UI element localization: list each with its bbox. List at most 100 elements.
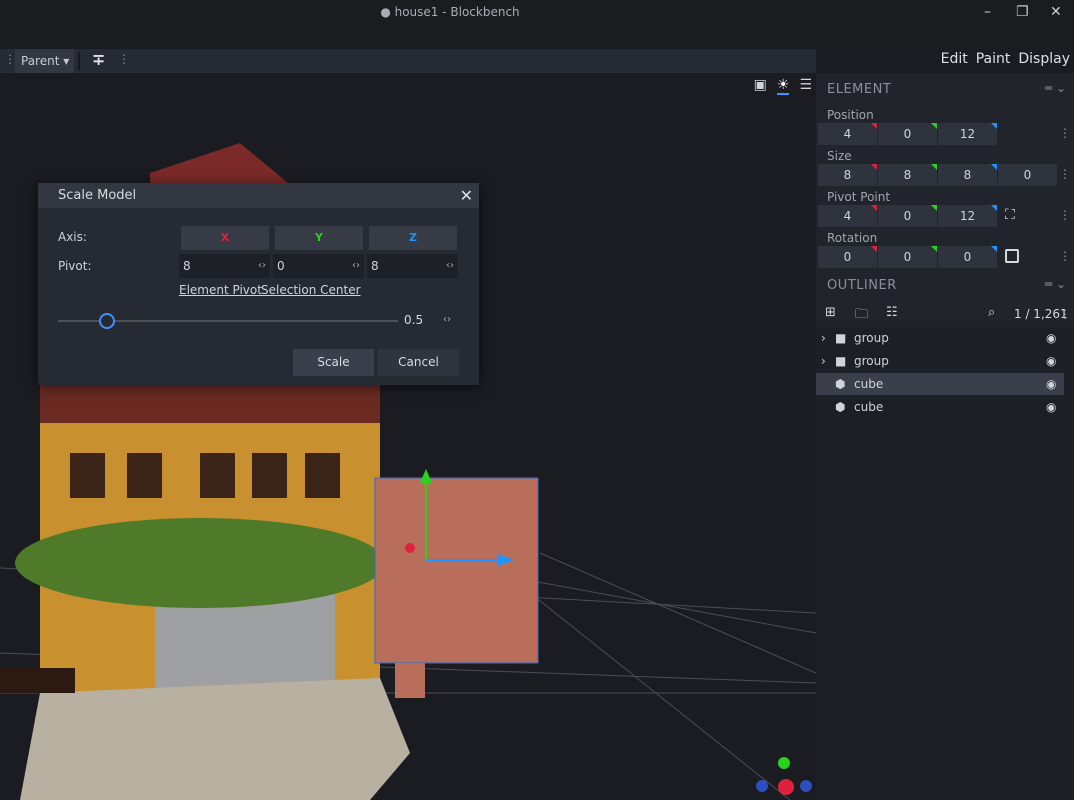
- toolbar-menu-icon[interactable]: ⋮: [118, 52, 130, 66]
- pivot-z-value: 8: [371, 259, 379, 273]
- axis-x-toggle[interactable]: X: [181, 226, 269, 250]
- bench: [0, 668, 75, 693]
- tab-display[interactable]: Display: [1018, 49, 1070, 75]
- pavement: [20, 678, 410, 800]
- pivot-x-input[interactable]: 4: [818, 205, 877, 227]
- dialog-title: Scale Model: [58, 188, 137, 203]
- outliner-cube-row[interactable]: ⬢ cube ◉: [816, 373, 1064, 395]
- drag-arrows-icon[interactable]: ‹›: [443, 314, 451, 325]
- window-title: ● house1 - Blockbench: [380, 5, 520, 19]
- close-icon[interactable]: ✕: [460, 183, 473, 208]
- pivot-x-input[interactable]: 8 ‹›: [179, 254, 270, 278]
- size-label: Size: [827, 149, 852, 163]
- outliner-list: › ■ group ◉ › ■ group ◉ ⬢ cube ◉ ⬢ cube ◉: [816, 327, 1074, 800]
- visibility-eye-icon[interactable]: ◉: [1046, 350, 1056, 372]
- add-cube-icon[interactable]: ⊞: [825, 305, 836, 320]
- position-x-input[interactable]: 4: [818, 123, 877, 145]
- size-y-input[interactable]: 8: [878, 164, 937, 186]
- position-menu-icon[interactable]: ⋮: [1059, 126, 1071, 140]
- toolbar: ⋮ Parent ▾ ∓ ⋮: [0, 49, 816, 73]
- viewport-menu-icon[interactable]: ☰: [799, 77, 812, 95]
- cube-label: cube: [854, 377, 884, 391]
- pivot-z-input[interactable]: 12: [938, 205, 997, 227]
- outliner-title: OUTLINER: [827, 278, 897, 293]
- close-window-button[interactable]: ✕: [1050, 4, 1062, 20]
- cube-icon: ⬢: [835, 377, 846, 391]
- search-icon[interactable]: ⌕: [988, 305, 995, 320]
- background-image-icon[interactable]: ▣: [754, 77, 767, 95]
- visibility-eye-icon[interactable]: ◉: [1046, 396, 1056, 418]
- tree-foliage: [15, 518, 385, 608]
- position-y-input[interactable]: 0: [878, 123, 937, 145]
- dialog-header: Scale Model ✕: [38, 183, 479, 208]
- folder-icon: ■: [835, 331, 847, 345]
- title-bar: ● house1 - Blockbench – ❐ ✕: [0, 0, 1074, 48]
- rotation-z-input[interactable]: 0: [938, 246, 997, 268]
- outliner-group-row[interactable]: › ■ group ◉: [816, 327, 1064, 349]
- size-x-input[interactable]: 8: [818, 164, 877, 186]
- outliner-collapse-icon[interactable]: ═ ⌄: [1045, 277, 1066, 291]
- cancel-button[interactable]: Cancel: [378, 349, 459, 376]
- viewport-controls: ▣ ☀ ☰: [754, 77, 812, 95]
- right-sidebar: ELEMENT ═ ⌄ Position 4 0 12 ⋮ Size 8 8 8…: [816, 73, 1074, 800]
- rescale-checkbox[interactable]: [1005, 249, 1019, 263]
- visibility-eye-icon[interactable]: ◉: [1046, 373, 1056, 395]
- axis-z-toggle[interactable]: Z: [369, 226, 457, 250]
- pivot-label: Pivot Point: [827, 190, 891, 204]
- small-cube: [395, 663, 425, 698]
- panel-collapse-icon[interactable]: ═ ⌄: [1045, 81, 1066, 95]
- pivot-label: Pivot:: [58, 259, 92, 273]
- transform-space-select[interactable]: Parent ▾: [15, 49, 74, 73]
- tab-edit[interactable]: Edit: [940, 49, 968, 75]
- scale-slider-handle[interactable]: [99, 313, 115, 329]
- scale-model-dialog: Scale Model ✕ Axis: X Y Z Pivot: 8 ‹› 0 ‹›…: [38, 183, 479, 385]
- inflate-input[interactable]: 0: [998, 164, 1057, 186]
- outliner-menu-icon[interactable]: ⋮: [1059, 307, 1071, 321]
- pivot-axis-icon[interactable]: ∓: [92, 50, 105, 69]
- outliner-toolbar: ⊞ 🗀 ☷ ⌕ 1 / 1,261 ⋮: [816, 305, 1074, 327]
- group-label: group: [854, 354, 889, 368]
- position-z-input[interactable]: 12: [938, 123, 997, 145]
- orientation-gizmo: [756, 757, 812, 795]
- cube-label: cube: [854, 400, 884, 414]
- add-group-icon[interactable]: 🗀: [855, 305, 868, 327]
- scale-button[interactable]: Scale: [293, 349, 374, 376]
- pivot-y-input[interactable]: 0 ‹›: [273, 254, 364, 278]
- expand-chevron-icon[interactable]: ›: [821, 327, 826, 349]
- pivot-z-input[interactable]: 8 ‹›: [367, 254, 458, 278]
- outliner-group-row[interactable]: › ■ group ◉: [816, 350, 1064, 372]
- rotation-y-input[interactable]: 0: [878, 246, 937, 268]
- visibility-eye-icon[interactable]: ◉: [1046, 327, 1056, 349]
- mode-tabs: Edit Paint Display: [940, 49, 1074, 75]
- axis-label: Axis:: [58, 230, 87, 244]
- drag-arrows-icon[interactable]: ‹›: [446, 254, 454, 278]
- pivot-y-input[interactable]: 0: [878, 205, 937, 227]
- restore-button[interactable]: ❐: [1016, 4, 1029, 20]
- center-pivot-icon[interactable]: ⛶: [1005, 207, 1015, 223]
- minimize-button[interactable]: –: [984, 4, 991, 20]
- drag-arrows-icon[interactable]: ‹›: [258, 254, 266, 278]
- element-panel-title: ELEMENT: [827, 82, 892, 97]
- collapse-all-icon[interactable]: ☷: [886, 305, 898, 320]
- rotation-x-input[interactable]: 0: [818, 246, 877, 268]
- outliner-cube-row[interactable]: ⬢ cube ◉: [816, 396, 1064, 418]
- selection-center-link[interactable]: Selection Center: [261, 283, 361, 297]
- pivot-x-value: 8: [183, 259, 191, 273]
- size-z-input[interactable]: 8: [938, 164, 997, 186]
- group-label: group: [854, 331, 889, 345]
- expand-chevron-icon[interactable]: ›: [821, 350, 826, 372]
- axis-y-toggle[interactable]: Y: [275, 226, 363, 250]
- drag-arrows-icon[interactable]: ‹›: [352, 254, 360, 278]
- lighting-icon[interactable]: ☀: [776, 77, 790, 95]
- size-menu-icon[interactable]: ⋮: [1059, 167, 1071, 181]
- scale-value-input[interactable]: 0.5: [404, 313, 423, 327]
- pivot-menu-icon[interactable]: ⋮: [1059, 208, 1071, 222]
- rotation-label: Rotation: [827, 231, 878, 245]
- selected-cube: [374, 477, 539, 664]
- rotation-menu-icon[interactable]: ⋮: [1059, 249, 1071, 263]
- folder-icon: ■: [835, 354, 847, 368]
- element-pivot-link[interactable]: Element Pivot: [179, 283, 262, 297]
- divider: [78, 52, 80, 70]
- tab-paint[interactable]: Paint: [976, 49, 1011, 75]
- position-label: Position: [827, 108, 874, 122]
